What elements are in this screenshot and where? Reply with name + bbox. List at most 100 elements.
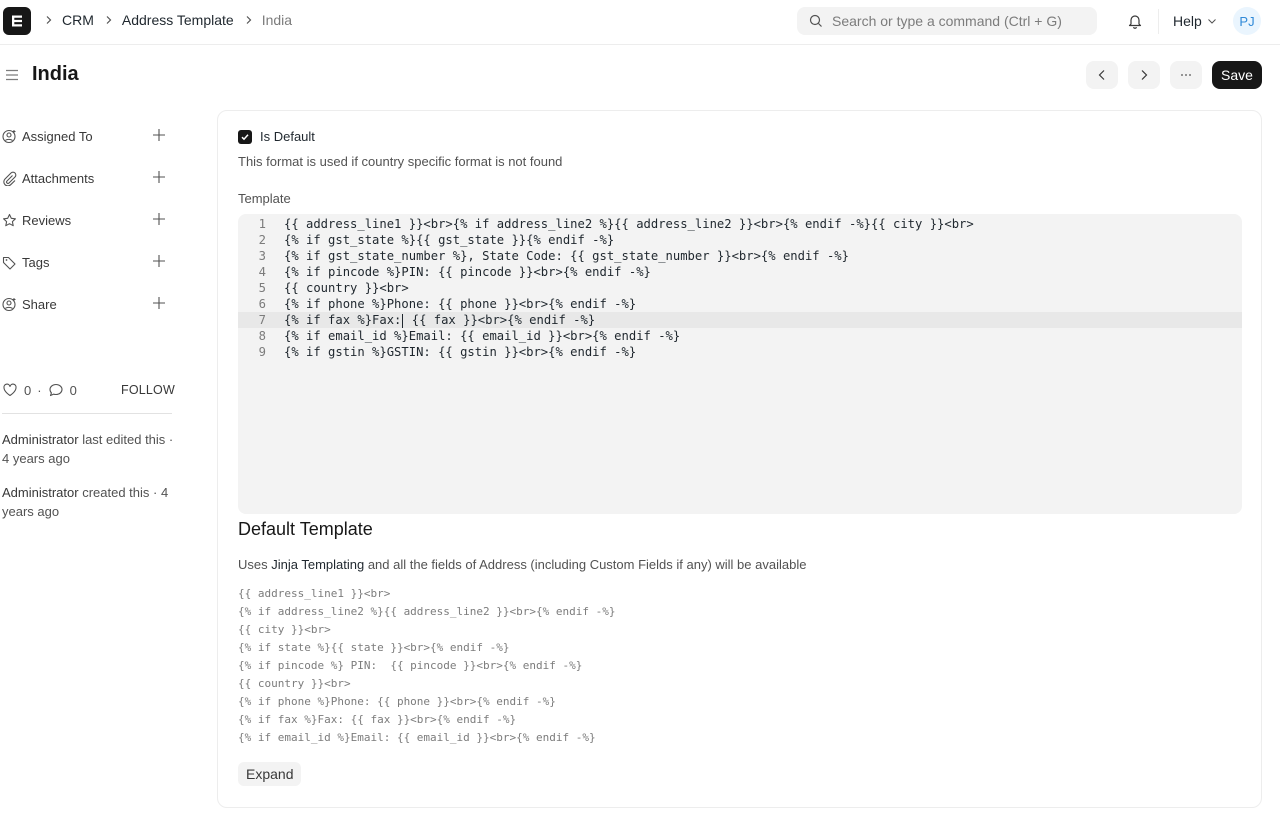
- user-add-icon: [2, 297, 17, 312]
- code-text: {% if gst_state_number %}, State Code: {…: [284, 249, 849, 263]
- search-bar[interactable]: [797, 7, 1097, 35]
- chevron-down-icon: [1207, 19, 1216, 24]
- activity-user[interactable]: Administrator: [2, 485, 79, 500]
- breadcrumb: CRM Address Template India: [44, 12, 302, 28]
- form-card: Is Default This format is used if countr…: [217, 110, 1262, 808]
- help-label: Help: [1173, 13, 1202, 29]
- follow-button[interactable]: FOLLOW: [121, 383, 175, 397]
- is-default-checkbox[interactable]: [238, 129, 252, 144]
- code-line[interactable]: 4 {% if pincode %}PIN: {{ pincode }}<br>{…: [238, 264, 1242, 280]
- code-text: {% if gst_state %}{{ gst_state }}{% endi…: [284, 233, 615, 247]
- code-line[interactable]: 6 {% if phone %}Phone: {{ phone }}<br>{% …: [238, 296, 1242, 312]
- sidebar-item-share[interactable]: Share: [2, 283, 174, 325]
- tag-icon: [2, 255, 17, 270]
- line-number: 3: [258, 249, 266, 263]
- add-share-icon[interactable]: [152, 296, 166, 310]
- add-review-icon[interactable]: [152, 212, 166, 226]
- template-code-editor[interactable]: 1 {{ address_line1 }}<br>{% if address_li…: [238, 214, 1242, 514]
- search-input[interactable]: [832, 13, 1082, 29]
- default-template-heading: Default Template: [238, 519, 373, 539]
- user-avatar[interactable]: PJ: [1233, 7, 1261, 35]
- sidebar-toggle-icon[interactable]: [5, 68, 19, 82]
- more-horizontal-icon: [1181, 74, 1191, 76]
- breadcrumb-crm[interactable]: CRM: [62, 12, 94, 28]
- chevron-left-icon: [1098, 70, 1105, 80]
- sidebar-item-tags[interactable]: Tags: [2, 241, 174, 283]
- code-text: {% if fax %}Fax: {{ fax }}<br>{% endif -…: [284, 313, 596, 328]
- next-record-button[interactable]: [1128, 61, 1160, 89]
- sidebar-divider: [2, 413, 172, 414]
- code-line[interactable]: 7 {% if fax %}Fax: {{ fax }}<br>{% endif …: [238, 312, 1242, 328]
- heart-icon[interactable]: [2, 382, 18, 398]
- text-cursor: [402, 313, 404, 328]
- sidebar-item-label: Attachments: [22, 170, 95, 186]
- star-icon: [2, 213, 17, 228]
- more-actions-button[interactable]: [1170, 61, 1202, 89]
- navbar-divider: [1158, 9, 1159, 34]
- is-default-label: Is Default: [260, 129, 315, 144]
- breadcrumb-address-template[interactable]: Address Template: [122, 12, 234, 28]
- notification-bell-icon[interactable]: [1126, 12, 1144, 30]
- navbar: CRM Address Template India Help PJ: [0, 0, 1280, 45]
- code-line[interactable]: 1 {{ address_line1 }}<br>{% if address_li…: [238, 216, 1242, 232]
- likes-count: 0: [24, 382, 32, 398]
- code-text: {% if gstin %}GSTIN: {{ gstin }}<br>{% e…: [284, 345, 637, 359]
- add-attachment-icon[interactable]: [152, 170, 166, 184]
- app-logo[interactable]: [3, 7, 31, 35]
- save-button[interactable]: Save: [1212, 61, 1262, 89]
- is-default-field[interactable]: Is Default: [238, 129, 315, 144]
- sidebar-item-reviews[interactable]: Reviews: [2, 199, 174, 241]
- comment-icon[interactable]: [48, 382, 64, 398]
- activity-created: Administrator created this · 4 years ago: [2, 483, 174, 521]
- line-number: 6: [258, 297, 266, 311]
- sidebar-item-label: Tags: [22, 254, 50, 270]
- code-line[interactable]: 2 {% if gst_state %}{{ gst_state }}{% end…: [238, 232, 1242, 248]
- help-dropdown[interactable]: Help: [1173, 13, 1217, 29]
- code-text: {{ country }}<br>: [284, 281, 409, 295]
- previous-record-button[interactable]: [1086, 61, 1118, 89]
- add-assignee-icon[interactable]: [152, 128, 166, 142]
- line-number: 8: [258, 329, 266, 343]
- code-line[interactable]: 9 {% if gstin %}GSTIN: {{ gstin }}<br>{% …: [238, 344, 1242, 360]
- default-template-description: Uses Jinja Templating and all the fields…: [238, 557, 806, 572]
- chevron-right-icon: [244, 15, 254, 25]
- is-default-help-text: This format is used if country specific …: [238, 154, 563, 169]
- jinja-templating-link[interactable]: Jinja Templating: [271, 557, 364, 572]
- likes-comments: 0 · 0: [2, 382, 83, 398]
- chevron-right-icon: [104, 15, 114, 25]
- line-number: 1: [258, 217, 266, 231]
- user-add-icon: [2, 129, 17, 144]
- checkmark-icon: [241, 133, 249, 140]
- expand-button[interactable]: Expand: [238, 762, 302, 786]
- code-text: {{ address_line1 }}<br>{% if address_lin…: [284, 217, 974, 231]
- code-line[interactable]: 5 {{ country }}<br>: [238, 280, 1242, 296]
- desc-prefix: Uses: [238, 557, 272, 572]
- chevron-right-icon: [44, 15, 54, 25]
- sidebar-item-label: Assigned To: [22, 128, 93, 144]
- code-text: {% if phone %}Phone: {{ phone }}<br>{% e…: [284, 297, 637, 311]
- line-number: 7: [258, 313, 266, 327]
- code-line[interactable]: 3 {% if gst_state_number %}, State Code: …: [238, 248, 1242, 264]
- search-icon: [809, 14, 822, 27]
- app-logo-icon: [12, 15, 22, 27]
- sidebar-item-assigned-to[interactable]: Assigned To: [2, 115, 174, 157]
- code-line[interactable]: 8 {% if email_id %}Email: {{ email_id }}<…: [238, 328, 1242, 344]
- separator-dot: ·: [37, 382, 42, 398]
- add-tag-icon[interactable]: [152, 254, 166, 268]
- chevron-right-icon: [1141, 70, 1148, 80]
- sidebar-item-label: Share: [22, 296, 57, 312]
- activity-user[interactable]: Administrator: [2, 432, 79, 447]
- form-sidebar: Assigned To Attachments Reviews Tags Sha…: [2, 115, 174, 325]
- breadcrumb-india[interactable]: India: [262, 12, 292, 28]
- line-number: 5: [258, 281, 266, 295]
- activity-last-edited: Administrator last edited this · 4 years…: [2, 430, 174, 468]
- code-text: {% if pincode %}PIN: {{ pincode }}<br>{%…: [284, 265, 651, 279]
- template-label: Template: [238, 191, 291, 206]
- code-text: {% if email_id %}Email: {{ email_id }}<b…: [284, 329, 681, 343]
- comments-count: 0: [69, 382, 77, 398]
- sidebar-item-label: Reviews: [22, 212, 72, 228]
- paperclip-icon: [2, 171, 17, 186]
- page-title: India: [32, 63, 79, 85]
- sidebar-item-attachments[interactable]: Attachments: [2, 157, 174, 199]
- line-number: 2: [258, 233, 266, 247]
